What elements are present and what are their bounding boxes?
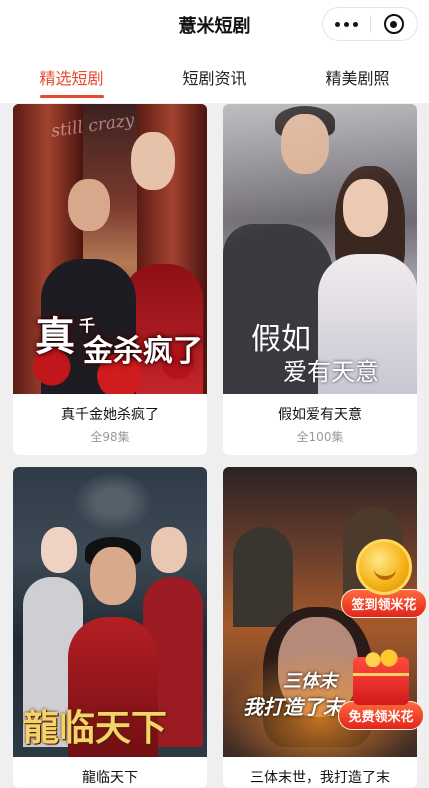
free-reward-widget[interactable]: 免费领米花	[334, 649, 428, 730]
drama-title: 假如爱有天意	[278, 407, 362, 423]
more-icon[interactable]	[323, 8, 370, 40]
drama-title: 真千金她杀疯了	[61, 407, 159, 423]
episode-count: 全98集	[90, 430, 130, 444]
drama-poster: 龍临天下	[13, 467, 207, 757]
red-packet-icon	[353, 649, 409, 705]
drama-card[interactable]: 假如 爱有天意 假如爱有天意 全100集	[223, 104, 417, 455]
coin-icon	[356, 539, 412, 595]
drama-poster: 假如 爱有天意	[223, 104, 417, 394]
top-bar: 薏米短剧	[0, 0, 429, 50]
drama-card[interactable]: 三体末 我打造了末 三体末世，我打造了末	[223, 467, 417, 788]
drama-title: 三体末世，我打造了末	[250, 770, 390, 786]
drama-poster: still crazy 真 千 金杀疯了	[13, 104, 207, 394]
checkin-reward-widget[interactable]: 签到领米花	[340, 538, 428, 618]
app-title: 薏米短剧	[178, 16, 251, 37]
drama-card[interactable]: 龍临天下 龍临天下	[13, 467, 207, 788]
tab-stills[interactable]: 精美剧照	[286, 50, 429, 103]
category-tabs: 精选短剧 短剧资讯 精美剧照	[0, 50, 429, 103]
free-label: 免费领米花	[338, 701, 424, 730]
tab-drama-news[interactable]: 短剧资讯	[143, 50, 286, 103]
mini-program-capsule	[322, 7, 418, 41]
tab-featured-dramas[interactable]: 精选短剧	[0, 50, 143, 103]
episode-count: 全100集	[296, 430, 344, 444]
drama-title: 龍临天下	[82, 770, 138, 786]
close-icon[interactable]	[370, 8, 417, 40]
drama-card[interactable]: still crazy 真 千 金杀疯了 真千金她杀疯了 全98集	[13, 104, 207, 455]
